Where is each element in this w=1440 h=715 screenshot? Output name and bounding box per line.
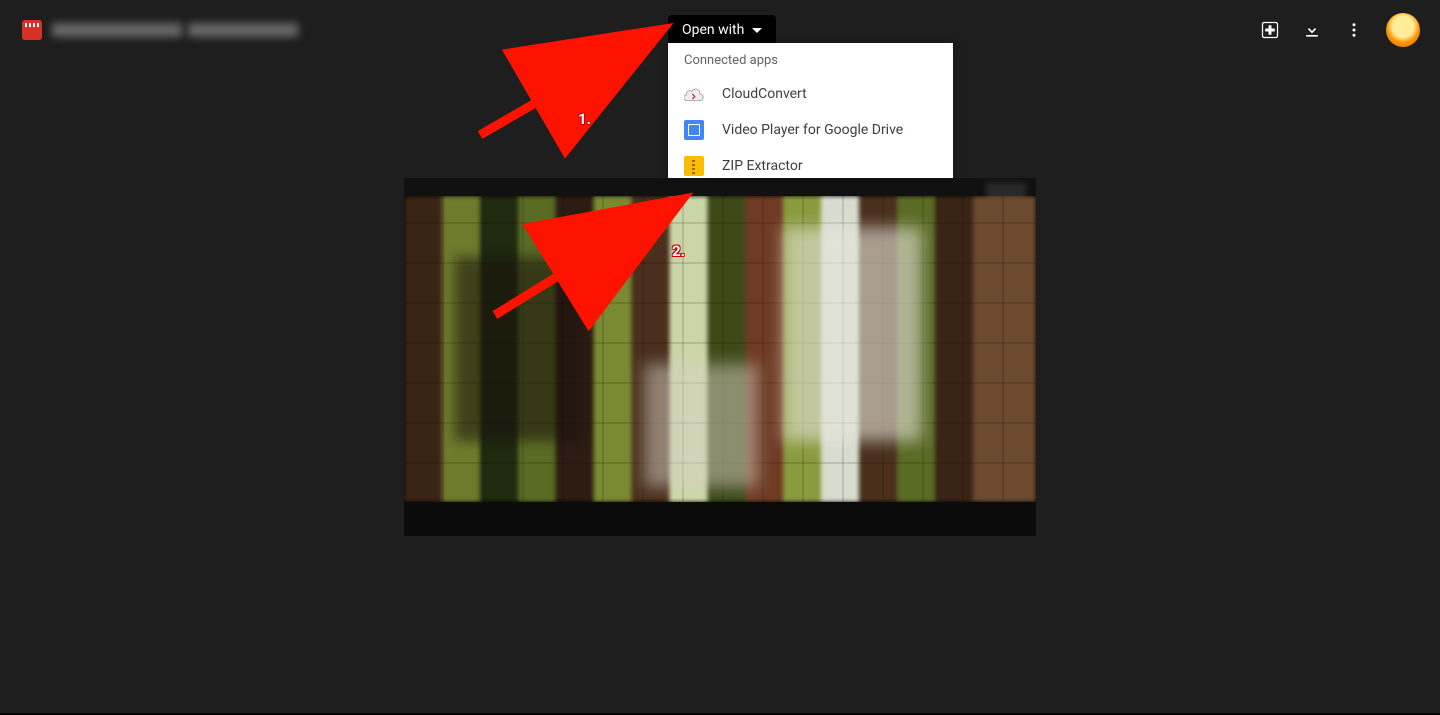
add-to-drive-icon[interactable]: [1260, 20, 1280, 40]
video-player-icon: [684, 120, 704, 140]
video-frame-pixelated: [404, 196, 1036, 502]
dropdown-item-video-player[interactable]: Video Player for Google Drive: [668, 112, 953, 148]
zip-extractor-icon: [684, 156, 704, 176]
filename-part2-obscured: [188, 23, 298, 37]
more-actions-icon[interactable]: [1344, 20, 1364, 40]
video-top-bar: [404, 178, 1036, 196]
annotation-label-2: 2.: [672, 242, 685, 260]
open-with-label: Open with: [682, 22, 744, 38]
file-name[interactable]: [52, 23, 298, 37]
dropdown-item-cloudconvert[interactable]: CloudConvert: [668, 76, 953, 112]
dropdown-header: Connected apps: [668, 43, 953, 76]
video-file-icon: [22, 20, 42, 40]
download-icon[interactable]: [1302, 20, 1322, 40]
top-right-actions: [1260, 0, 1420, 60]
annotation-label-1: 1.: [578, 110, 591, 128]
caret-down-icon: [752, 28, 762, 33]
cloudconvert-icon: [684, 84, 704, 104]
account-avatar[interactable]: [1386, 13, 1420, 47]
dropdown-item-label: ZIP Extractor: [722, 158, 803, 174]
open-with-button[interactable]: Open with: [668, 15, 776, 45]
video-preview[interactable]: [404, 178, 1036, 536]
video-bottom-bar: [404, 502, 1036, 536]
dropdown-item-label: CloudConvert: [722, 86, 807, 102]
filename-part1-obscured: [52, 23, 182, 37]
dropdown-item-label: Video Player for Google Drive: [722, 122, 903, 138]
